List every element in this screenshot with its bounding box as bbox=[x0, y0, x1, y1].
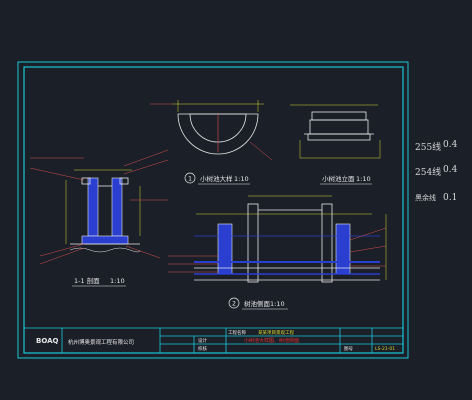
outer-frame bbox=[17, 61, 409, 359]
legend-name: 254线 bbox=[415, 168, 442, 178]
legend-name: 黑余线 bbox=[415, 194, 436, 202]
legend-name: 255线 bbox=[415, 143, 442, 153]
company-logo: BOAQ bbox=[36, 337, 59, 345]
drawing-no-label: 图号 bbox=[344, 346, 353, 352]
legend-row: 255线 0.4 bbox=[415, 140, 457, 153]
company-name: 杭州博奥景观工程有限公司 bbox=[68, 338, 134, 346]
drawing-no: LS-21-01 bbox=[375, 346, 395, 352]
drawing-name: 小树池大样图、树池侧面 bbox=[244, 337, 299, 344]
cad-drawing-canvas: 1 小树池大样 1:10 小树池立面 1:10 1-1 剖面 1:10 2 树池… bbox=[17, 61, 409, 359]
legend-value: 0.4 bbox=[443, 140, 458, 150]
section-1-1-view bbox=[29, 149, 169, 265]
side-number: 2 bbox=[232, 301, 236, 308]
project-label: 工程名称 bbox=[228, 329, 246, 336]
side-section-view bbox=[168, 195, 387, 283]
legend-row: 黑余线 0.1 bbox=[415, 193, 457, 203]
section-1-1-scale: 1:10 bbox=[110, 277, 125, 285]
plan-title: 小树池大样 bbox=[200, 174, 233, 183]
elevation-view bbox=[290, 104, 381, 159]
elevation-title: 小树池立面 bbox=[322, 174, 355, 183]
side-scale: 1:10 bbox=[270, 300, 285, 308]
plan-scale: 1:10 bbox=[234, 175, 249, 183]
side-title: 树池侧面 bbox=[244, 299, 271, 308]
plan-number: 1 bbox=[188, 176, 192, 183]
elevation-scale: 1:10 bbox=[356, 175, 371, 183]
legend-value: 0.1 bbox=[443, 193, 458, 203]
project-name: 某某项目景观工程 bbox=[258, 329, 294, 336]
designer-label: 设计 bbox=[198, 337, 207, 344]
legend-row: 254线 0.4 bbox=[415, 165, 457, 178]
section-1-1-title: 1-1 剖面 bbox=[74, 276, 100, 285]
inner-frame bbox=[23, 66, 404, 354]
plan-view bbox=[150, 100, 273, 161]
checker-label: 校核 bbox=[198, 345, 207, 352]
legend-value: 0.4 bbox=[443, 165, 458, 175]
